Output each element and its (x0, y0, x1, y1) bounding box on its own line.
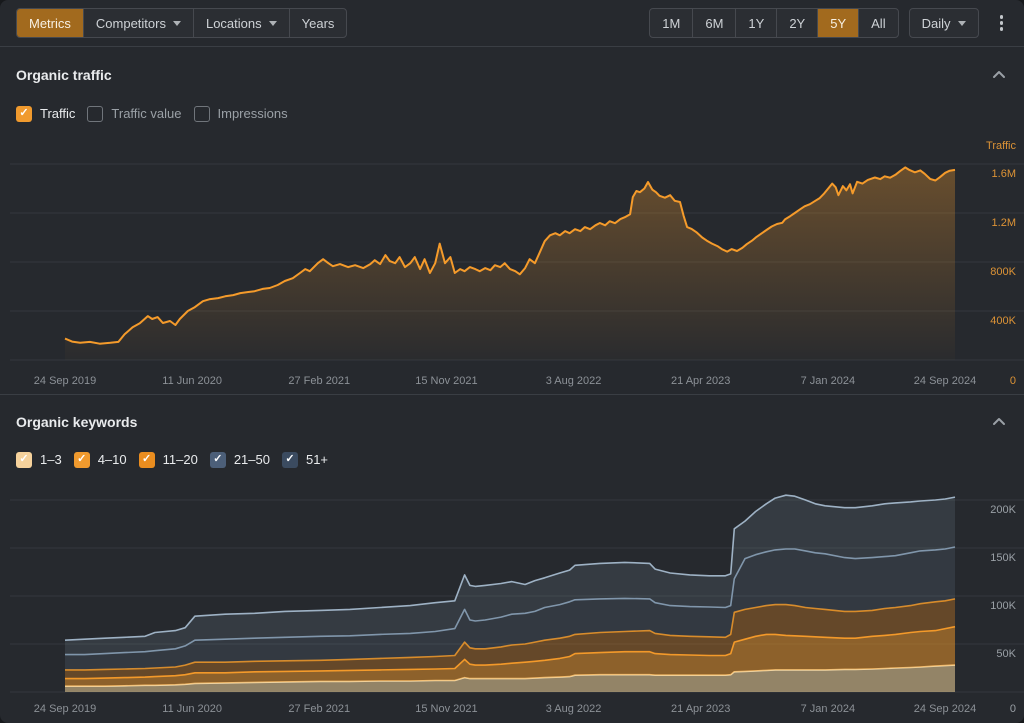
y-axis-zero-tick: 0 (1010, 375, 1016, 387)
range-button-5y[interactable]: 5Y (817, 9, 858, 37)
x-axis-tick: 15 Nov 2021 (415, 703, 477, 715)
check-icon: ✓ (213, 454, 222, 465)
legend-label: 51+ (306, 452, 328, 467)
x-axis-tick: 11 Jun 2020 (162, 703, 222, 715)
checked-checkbox-icon[interactable]: ✓ (74, 452, 90, 468)
legend-item-traffic[interactable]: ✓ Traffic (16, 106, 75, 122)
check-icon: ✓ (19, 108, 28, 119)
granularity-label: Daily (922, 16, 951, 31)
checked-checkbox-icon[interactable]: ✓ (282, 452, 298, 468)
x-axis-tick: 11 Jun 2020 (162, 375, 222, 387)
section-title: Organic keywords (16, 414, 137, 430)
legend-label: 1–3 (40, 452, 62, 467)
x-axis-tick: 3 Aug 2022 (546, 703, 602, 715)
legend-label: Traffic value (111, 106, 181, 121)
tab-label: Years (302, 16, 335, 31)
checked-checkbox-icon[interactable]: ✓ (210, 452, 226, 468)
x-axis-tick: 21 Apr 2023 (671, 703, 730, 715)
chevron-up-icon[interactable] (988, 65, 1010, 84)
x-axis-tick: 3 Aug 2022 (546, 375, 602, 387)
filter-tab-locations[interactable]: Locations (193, 9, 289, 37)
legend-item-4-10[interactable]: ✓ 4–10 (74, 452, 127, 468)
analytics-panel: MetricsCompetitorsLocationsYears 1M6M1Y2… (0, 0, 1024, 723)
legend-label: Traffic (40, 106, 75, 121)
toolbar: Metrics Competitors Locations Years 1M6M1Y2… (0, 0, 1024, 47)
range-button-1y[interactable]: 1Y (735, 9, 776, 37)
granularity-button[interactable]: Daily (910, 9, 978, 37)
organic-keywords-chart[interactable] (10, 487, 1024, 694)
legend-item-21-50[interactable]: ✓ 21–50 (210, 452, 270, 468)
range-button-2y[interactable]: 2Y (776, 9, 817, 37)
organic-traffic-section: Organic traffic ✓ Traffic Traffic value Imp… (0, 47, 1024, 394)
legend-label: Impressions (218, 106, 288, 121)
x-axis-tick: 24 Sep 2024 (914, 375, 976, 387)
legend-item-impressions[interactable]: Impressions (194, 106, 288, 122)
traffic-x-axis: 24 Sep 2019 11 Jun 2020 27 Feb 2021 15 Nov … (10, 366, 1024, 394)
x-axis-tick: 7 Jan 2024 (801, 703, 855, 715)
filter-tab-group: Metrics Competitors Locations Years (16, 8, 347, 38)
organic-traffic-chart[interactable] (10, 141, 1024, 366)
chevron-up-icon[interactable] (988, 412, 1010, 431)
legend-label: 4–10 (98, 452, 127, 467)
keywords-legend: ✓ 1–3 ✓ 4–10 ✓ 11–20 ✓ 21–50 ✓ 51+ (0, 430, 1024, 468)
date-range-group: 1M6M1Y2Y5YAll (649, 8, 898, 38)
traffic-legend: ✓ Traffic Traffic value Impressions (0, 83, 1024, 122)
x-axis-tick: 24 Sep 2024 (914, 703, 976, 715)
keywords-x-axis: 24 Sep 2019 11 Jun 2020 27 Feb 2021 15 Nov … (10, 694, 1024, 723)
legend-item-51[interactable]: ✓ 51+ (282, 452, 328, 468)
traffic-chart-wrap: Traffic1.6M1.2M800K400K 24 Sep 201911 Ju… (10, 141, 1024, 394)
x-axis-tick: 27 Feb 2021 (288, 703, 350, 715)
kebab-menu-icon[interactable] (995, 9, 1009, 37)
keywords-chart-wrap: 200K150K100K50K 24 Sep 201911 Jun 202027… (10, 487, 1024, 723)
checked-checkbox-icon[interactable]: ✓ (16, 452, 32, 468)
section-header: Organic traffic (0, 47, 1024, 83)
legend-item-1-3[interactable]: ✓ 1–3 (16, 452, 62, 468)
range-button-all[interactable]: All (858, 9, 897, 37)
y-axis-zero-tick: 0 (1010, 703, 1016, 715)
checked-checkbox-icon[interactable]: ✓ (139, 452, 155, 468)
legend-item-traffic-value[interactable]: Traffic value (87, 106, 181, 122)
caret-down-icon (173, 21, 181, 26)
check-icon: ✓ (77, 454, 86, 465)
caret-down-icon (269, 21, 277, 26)
filter-tab-competitors[interactable]: Competitors (83, 9, 193, 37)
section-title: Organic traffic (16, 67, 112, 83)
range-button-6m[interactable]: 6M (692, 9, 735, 37)
unchecked-checkbox-icon[interactable] (87, 106, 103, 122)
x-axis-tick: 24 Sep 2019 (34, 375, 96, 387)
x-axis-tick: 15 Nov 2021 (415, 375, 477, 387)
caret-down-icon (958, 21, 966, 26)
organic-keywords-section: Organic keywords ✓ 1–3 ✓ 4–10 ✓ 11–20 ✓ 21–50 ✓ 5… (0, 395, 1024, 723)
tab-label: Metrics (29, 16, 71, 31)
granularity-group: Daily (909, 8, 979, 38)
tab-label: Competitors (96, 16, 166, 31)
check-icon: ✓ (19, 454, 28, 465)
tab-label: Locations (206, 16, 262, 31)
x-axis-tick: 24 Sep 2019 (34, 703, 96, 715)
check-icon: ✓ (142, 454, 151, 465)
x-axis-tick: 27 Feb 2021 (288, 375, 350, 387)
toolbar-right: 1M6M1Y2Y5YAll Daily (649, 8, 1008, 38)
checked-checkbox-icon[interactable]: ✓ (16, 106, 32, 122)
legend-label: 21–50 (234, 452, 270, 467)
legend-item-11-20[interactable]: ✓ 11–20 (139, 452, 198, 468)
range-button-1m[interactable]: 1M (650, 9, 692, 37)
section-header: Organic keywords (0, 395, 1024, 430)
check-icon: ✓ (285, 454, 294, 465)
legend-label: 11–20 (163, 452, 198, 467)
toolbar-left: Metrics Competitors Locations Years (16, 8, 347, 38)
x-axis-tick: 21 Apr 2023 (671, 375, 730, 387)
filter-tab-metrics[interactable]: Metrics (17, 9, 83, 37)
unchecked-checkbox-icon[interactable] (194, 106, 210, 122)
filter-tab-years[interactable]: Years (289, 9, 347, 37)
x-axis-tick: 7 Jan 2024 (801, 375, 855, 387)
